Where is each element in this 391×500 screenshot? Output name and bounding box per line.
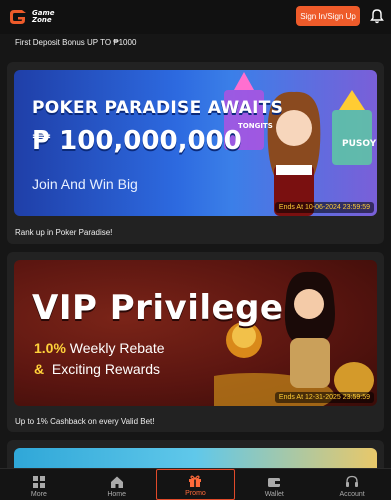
promo-caption-first-deposit: First Deposit Bonus UP TO ₱1000: [15, 38, 137, 47]
vip-rewards-line: & Exciting Rewards: [34, 361, 160, 377]
vip-illustration: [214, 271, 374, 406]
gift-icon: [189, 475, 202, 487]
vip-ampersand: &: [34, 361, 45, 377]
bottom-nav: More Home Promo Wallet Account: [0, 468, 391, 500]
promo-page: Game Zone Sign In/Sign Up First Deposit …: [0, 0, 391, 500]
vip-end-date: Ends At 12-31-2025 23:59:59: [274, 392, 374, 403]
vip-headline: VIP Privilege: [32, 288, 284, 328]
nav-more-label: More: [30, 491, 47, 498]
nav-wallet-label: Wallet: [264, 491, 284, 498]
headset-icon: [346, 475, 359, 487]
nav-more[interactable]: More: [0, 469, 78, 500]
vip-rewards-text: Exciting Rewards: [44, 361, 161, 377]
home-icon: [110, 476, 123, 488]
nav-promo[interactable]: Promo: [155, 469, 236, 500]
vip-rebate-text: Weekly Rebate: [65, 340, 165, 356]
nav-wallet[interactable]: Wallet: [235, 469, 313, 500]
nav-account-label: Account: [339, 491, 365, 498]
sign-in-button[interactable]: Sign In/Sign Up: [296, 6, 360, 26]
nav-home[interactable]: Home: [78, 469, 156, 500]
grid-icon: [32, 476, 45, 488]
promo-caption-vip: Up to 1% Cashback on every Valid Bet!: [15, 417, 155, 426]
svg-text:TONGITS: TONGITS: [238, 122, 273, 130]
logo-g-icon: [10, 10, 26, 24]
poker-amount: ₱ 100,000,000: [32, 126, 242, 156]
poker-headline: POKER PARADISE AWAITS: [32, 98, 284, 118]
logo-text-2: Zone: [32, 16, 52, 24]
poker-end-date: Ends At 10-06-2024 23:59:59: [274, 202, 374, 213]
bell-icon[interactable]: [369, 8, 385, 24]
wallet-icon: [268, 478, 281, 487]
nav-account[interactable]: Account: [313, 469, 391, 500]
svg-text:PUSOY: PUSOY: [342, 139, 377, 149]
nav-home-label: Home: [107, 491, 127, 498]
promo-banner-poker[interactable]: PUSOY TONGITS POKER PARADISE AWAITS ₱ 10…: [14, 70, 377, 216]
vip-rebate-line: 1.0% Weekly Rebate: [34, 340, 165, 356]
poker-subline: Join And Win Big: [32, 176, 138, 192]
promo-banner-vip[interactable]: VIP Privilege 1.0% Weekly Rebate & Excit…: [14, 260, 377, 406]
nav-promo-label: Promo: [185, 490, 206, 497]
logo[interactable]: Game Zone: [8, 8, 55, 26]
vip-rebate-percent: 1.0%: [34, 340, 66, 356]
top-bar: Game Zone Sign In/Sign Up: [0, 0, 391, 34]
promo-caption-poker: Rank up in Poker Paradise!: [15, 228, 113, 237]
